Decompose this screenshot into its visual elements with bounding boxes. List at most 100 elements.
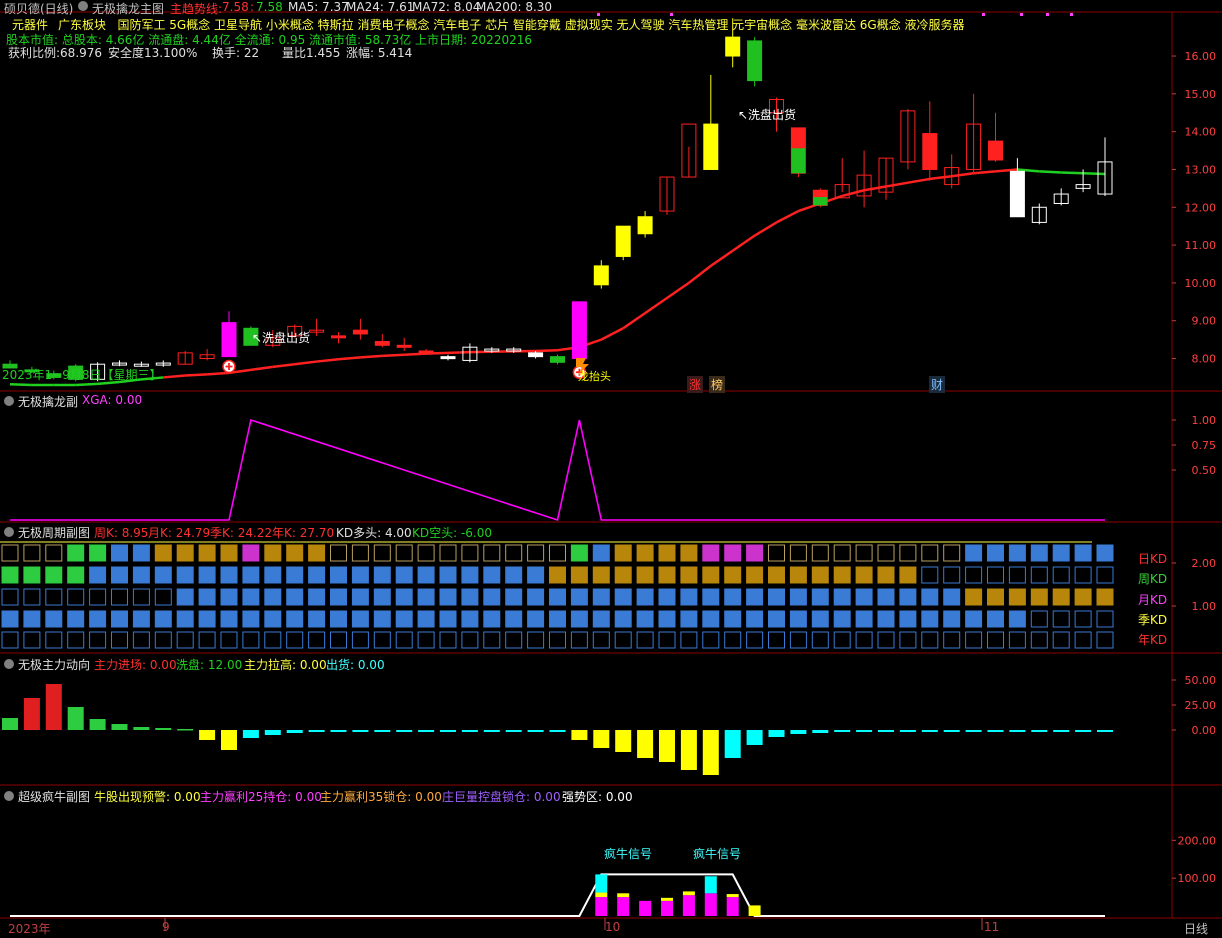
kd-cell [198,610,216,628]
sub1-title[interactable]: 无极擒龙副 [18,393,78,410]
kd-cell [987,588,1004,606]
trend-line-segment [338,356,361,361]
main-indicator-name[interactable]: 无极擒龙主图 [92,0,164,17]
trend-line-segment [1039,170,1062,174]
collapse-icon[interactable] [4,791,14,801]
kd-label-week: 周KD [1138,572,1168,586]
kd-cell [67,588,85,606]
trend-line-segment [316,358,339,363]
candle-body [988,140,1003,161]
kd-cell [132,610,150,628]
y-tick-label: 2.00 [1192,557,1217,570]
collapse-icon[interactable] [4,659,14,669]
candle-body [571,301,587,360]
kd-cell [746,610,764,628]
trend-line-segment [666,281,690,300]
trend-line-segment [644,297,668,315]
flow-bar [155,728,172,730]
candle-body [418,350,434,354]
kd-cell [330,544,347,562]
y-tick-label: 0.50 [1192,464,1217,477]
kd-cell [67,631,85,649]
kd-cell [242,588,260,606]
kd-cell [592,566,610,584]
trend-line-segment [600,327,624,341]
sub4-title[interactable]: 超级疯牛副图 [18,788,90,805]
flow-bar [2,718,18,730]
trend-line-segment [907,177,931,184]
kd-cell [549,610,566,628]
kd-cell [45,588,63,606]
trend-value-2: 7.58 [256,0,283,14]
flow-bar [637,730,654,758]
y-tick-label: 16.00 [1185,50,1217,63]
kd-cell [45,610,63,628]
trend-line-segment [535,348,558,353]
bull-bar-yellow [661,897,673,901]
flow-bar [264,730,281,735]
sub4-qiangshi: 强势区: 0.00 [562,790,633,804]
trend-line-segment [250,365,273,372]
kd-cell [943,588,961,606]
flow-bar [374,730,391,732]
kd-cell [505,588,523,606]
kd-cell [1052,610,1070,628]
ma24-label: MA24: 7.61 [346,0,415,14]
top-marker [1070,13,1073,16]
kd-cell [439,588,457,606]
sub1-value: XGA: 0.00 [82,393,143,407]
flow-bar [23,698,40,730]
kd-cell [680,588,698,606]
flow-bar [221,730,237,750]
trend-line-segment [863,185,887,192]
kd-label-season: 季KD [1138,613,1168,627]
trend-sep: : [250,0,255,14]
kd-label-year: 年KD [1138,633,1168,647]
period-label[interactable]: 日线 [1184,920,1208,937]
candle-body [593,265,609,286]
kd-cell [811,588,829,606]
kd-cell [176,566,194,584]
kd-cell [45,631,63,649]
kd-cell [1074,610,1092,628]
kd-cell [395,631,413,649]
sub2-ji: 季K: 24.22 [210,526,273,540]
collapse-icon[interactable] [4,527,14,537]
kd-cell [264,566,282,584]
event-cai: 财 [929,376,946,393]
sub2-title[interactable]: 无极周期副图 [18,524,90,541]
kd-cell [527,544,545,562]
kd-cell [987,566,1004,584]
kd-cell [351,610,369,628]
kd-cell [373,588,391,606]
top-marker [1020,13,1023,16]
kd-cell [1008,588,1026,606]
kd-cell [220,544,238,562]
kd-cell [1008,566,1026,584]
bull-bar-cyan [704,876,717,894]
kd-cell [811,631,829,649]
kd-cell [614,544,632,562]
bull-bar-magenta [704,893,717,916]
kd-cell [417,610,435,628]
collapse-icon[interactable] [78,1,88,11]
candle-body [374,341,390,346]
kd-cell [768,610,785,628]
kd-cell [680,631,698,649]
flow-bar [1009,730,1026,732]
kd-cell [746,631,764,649]
collapse-icon[interactable] [4,396,14,406]
kd-cell [23,610,41,628]
kd-cell [439,566,457,584]
candle-body-inner [813,197,828,206]
kd-cell [1052,588,1070,606]
kd-cell [921,631,939,649]
kd-cell [833,544,851,562]
flow-bar [659,730,675,762]
kd-cell [483,631,501,649]
kd-cell [592,610,610,628]
y-tick-label: 13.00 [1185,163,1217,176]
y-tick-label: 12.00 [1185,201,1217,214]
kd-cell [724,566,742,584]
sub3-title[interactable]: 无极主力动向 [18,656,90,673]
